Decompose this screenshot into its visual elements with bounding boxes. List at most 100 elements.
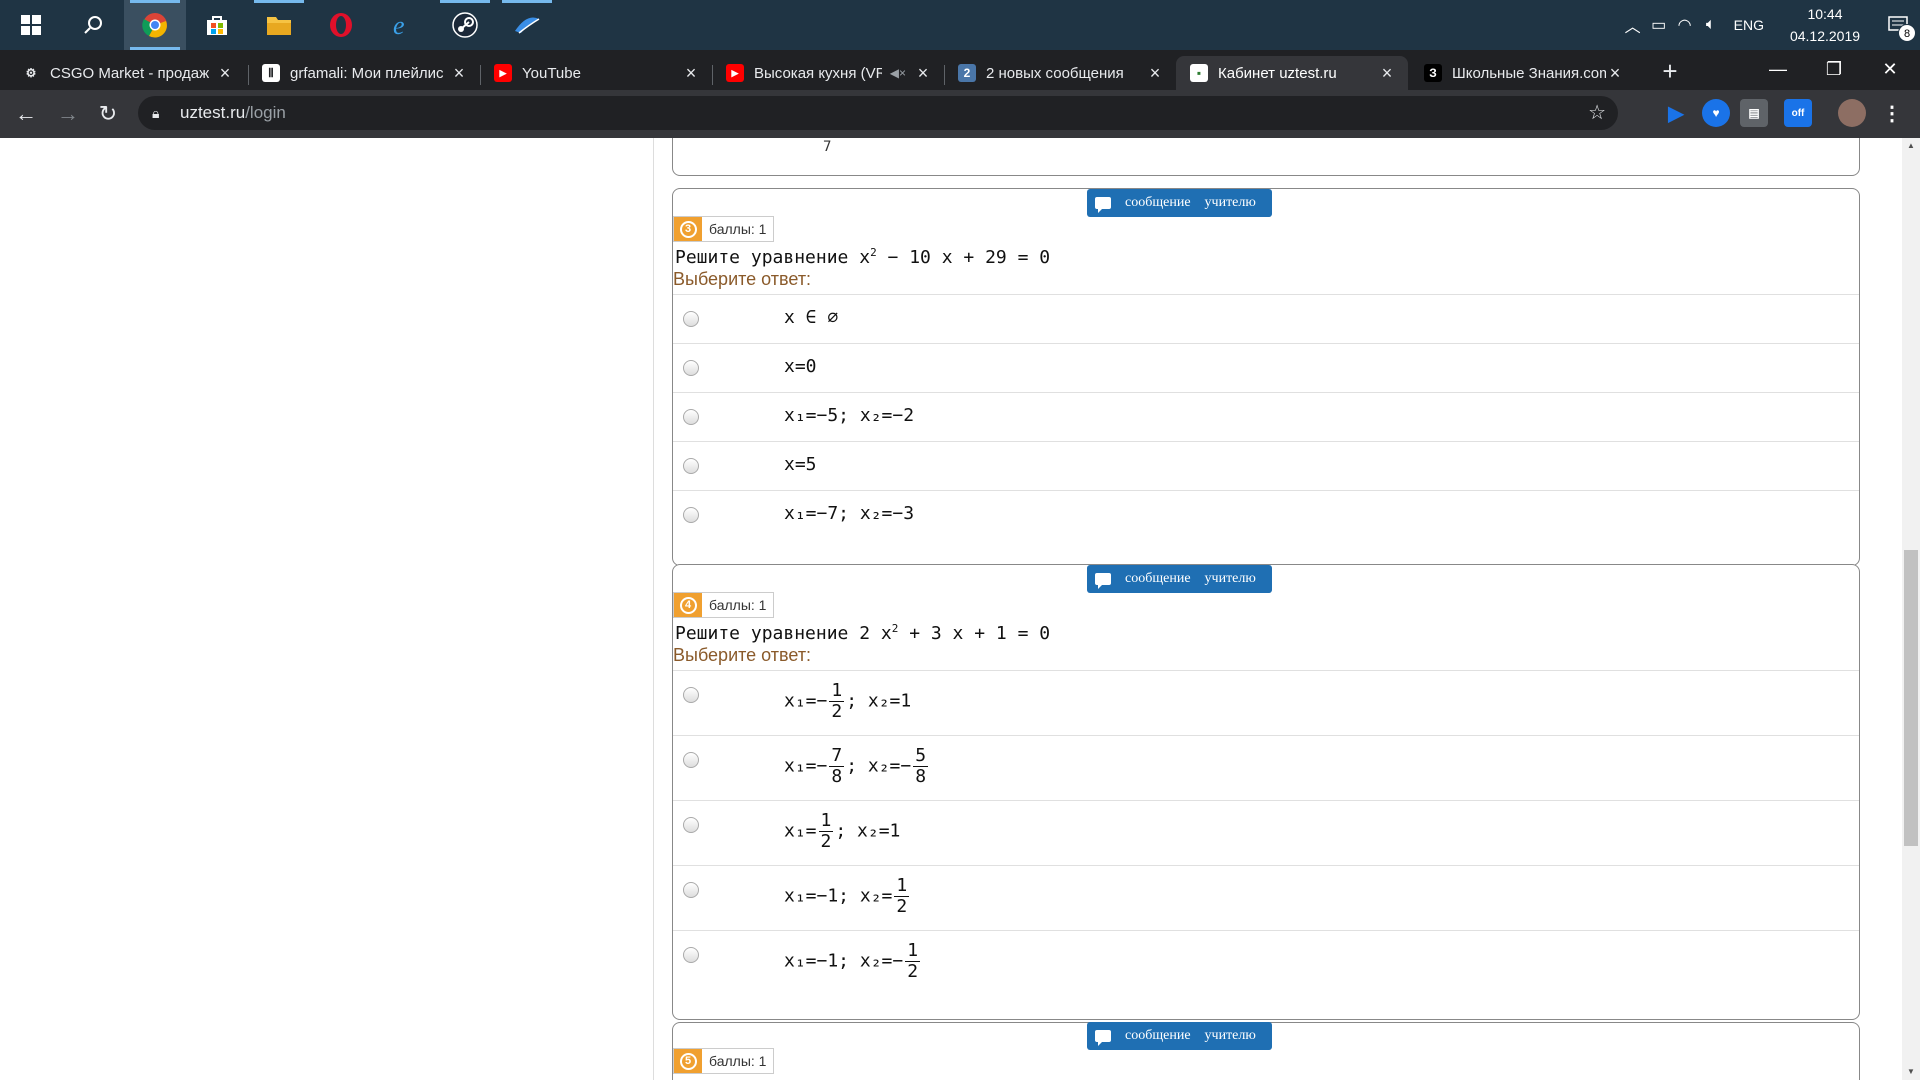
scroll-up-arrow[interactable]: ▲ <box>1902 138 1920 154</box>
close-icon[interactable]: × <box>914 63 932 84</box>
new-tab-button[interactable]: + <box>1656 58 1684 86</box>
message-teacher-button[interactable]: сообщение учителю <box>1087 189 1272 217</box>
answer-option[interactable]: x₁=− 7 8; x₂=− 5 8 <box>673 735 1859 800</box>
scroll-thumb[interactable] <box>1904 550 1918 846</box>
close-icon[interactable]: × <box>1378 63 1396 84</box>
bookmark-star-icon[interactable]: ☆ <box>1588 100 1606 125</box>
numerator: 1 <box>905 940 921 962</box>
tab-new-messages[interactable]: 2 2 новых сообщения × <box>944 56 1176 90</box>
scroll-down-arrow[interactable]: ▼ <box>1902 1064 1920 1080</box>
answer-radio[interactable] <box>683 882 699 898</box>
tab-title: Кабинет uztest.ru <box>1218 64 1337 82</box>
score-badge: 4 баллы: 1 <box>673 592 775 618</box>
extension-icon[interactable]: ▤ <box>1740 99 1768 127</box>
close-icon[interactable]: × <box>1146 63 1164 84</box>
question-number: 4 <box>674 593 702 617</box>
notification-center-icon[interactable]: 8 <box>1876 0 1920 50</box>
close-icon[interactable]: × <box>1606 63 1624 84</box>
battery-icon[interactable]: ▭ <box>1646 0 1672 50</box>
chrome-taskbar-icon[interactable] <box>124 0 186 50</box>
url-text[interactable]: uztest.ru/login <box>180 103 286 123</box>
answer-part: x₁= <box>784 820 817 842</box>
opera-icon[interactable] <box>310 0 372 50</box>
off-extension-icon[interactable]: off <box>1784 99 1812 127</box>
tab-grfamali-playlist[interactable]: Ⅱ grfamali: Мои плейлис × <box>248 56 480 90</box>
play-extension-icon[interactable]: ▶ <box>1662 99 1690 127</box>
steam-icon[interactable] <box>434 0 496 50</box>
shield-extension-icon[interactable]: ♥ <box>1702 99 1730 127</box>
close-icon[interactable]: × <box>682 63 700 84</box>
score-label: баллы: 1 <box>709 1053 767 1069</box>
question-number-text: 3 <box>679 220 697 238</box>
clock[interactable]: 10:44 04.12.2019 <box>1782 3 1868 47</box>
search-icon[interactable] <box>62 0 124 50</box>
tab-youtube[interactable]: ▶ YouTube × <box>480 56 712 90</box>
volume-icon[interactable]: 🔈︎ <box>1698 0 1724 50</box>
answer-option[interactable]: x=0 <box>673 343 1859 392</box>
tab-title: CSGO Market - продаж <box>50 64 210 82</box>
windows-start-button[interactable] <box>0 0 62 50</box>
message-teacher-button[interactable]: сообщение учителю <box>1087 565 1272 593</box>
muted-audio-icon[interactable]: ◀× <box>890 66 906 80</box>
tab-csgo-market[interactable]: ⚙ CSGO Market - продаж × <box>8 56 246 90</box>
tab-shkolnye-znaniya[interactable]: З Школьные Знания.com × <box>1410 56 1636 90</box>
answer-option[interactable]: x₁=−1; x₂=− 1 2 <box>673 930 1859 995</box>
question-text: Решите уравнение 2 x2 + 3 x + 1 = 0 <box>675 622 1050 644</box>
answer-option[interactable]: x₁= 1 2; x₂=1 <box>673 800 1859 865</box>
svg-text:e: e <box>393 12 405 38</box>
teacher-label: учителю <box>1204 195 1256 210</box>
answer-text: x₁=−1; x₂= 1 2 <box>784 876 911 917</box>
chevron-up-icon[interactable]: ︿ <box>1620 0 1646 50</box>
close-window-button[interactable]: ✕ <box>1862 52 1918 86</box>
message-label: сообщение <box>1125 571 1191 586</box>
tab-title: 2 новых сообщения <box>986 64 1124 82</box>
question-text: Решите уравнение x2 − 10 x + 29 = 0 <box>675 246 1050 268</box>
restore-button[interactable]: ❐ <box>1806 52 1862 86</box>
address-bar[interactable]: 🔒︎ uztest.ru/login ☆ <box>138 96 1618 130</box>
close-icon[interactable]: × <box>450 63 468 84</box>
answer-option[interactable]: x₁=−7; x₂=−3 <box>673 490 1859 539</box>
answer-option[interactable]: x₁=− 1 2; x₂=1 <box>673 670 1859 735</box>
tab-title: Высокая кухня (VR <box>754 64 882 82</box>
tab-vysokaya-kukhnya[interactable]: ▶ Высокая кухня (VR ◀× × <box>712 56 944 90</box>
minimize-button[interactable]: — <box>1750 52 1806 86</box>
edge-icon[interactable]: e <box>372 0 434 50</box>
tab-title: Школьные Знания.com <box>1452 64 1606 82</box>
lock-icon[interactable]: 🔒︎ <box>152 105 168 122</box>
answer-text: x₁=−7; x₂=−3 <box>784 503 915 524</box>
znanija-icon: З <box>1424 64 1442 82</box>
tab-uztest-cabinet[interactable]: ▪ Кабинет uztest.ru × <box>1176 56 1408 90</box>
answer-option[interactable]: x=5 <box>673 441 1859 490</box>
answer-radio[interactable] <box>683 947 699 963</box>
language-indicator[interactable]: ENG <box>1734 17 1764 33</box>
forward-button[interactable]: → <box>52 98 84 130</box>
app-taskbar-icon[interactable] <box>496 0 558 50</box>
message-teacher-button[interactable]: сообщение учителю <box>1087 1022 1272 1050</box>
numerator: 7 <box>829 745 845 767</box>
answer-radio[interactable] <box>683 752 699 768</box>
page-scrollbar[interactable]: ▲ ▼ <box>1902 138 1920 1080</box>
answer-text: x=5 <box>784 454 817 475</box>
answer-radio[interactable] <box>683 687 699 703</box>
answer-text: x₁=− 7 8; x₂=− 5 8 <box>784 746 930 787</box>
answer-option[interactable]: x₁=−1; x₂= 1 2 <box>673 865 1859 930</box>
answer-option[interactable]: x ∈ ∅ <box>673 294 1859 343</box>
answer-radio[interactable] <box>683 409 699 425</box>
profile-avatar[interactable] <box>1838 99 1866 127</box>
clock-date: 04.12.2019 <box>1789 28 1861 44</box>
reload-button[interactable]: ↻ <box>92 98 124 130</box>
numerator: 1 <box>894 875 910 897</box>
answer-radio[interactable] <box>683 360 699 376</box>
answer-option[interactable]: x₁=−5; x₂=−2 <box>673 392 1859 441</box>
menu-kebab-icon[interactable]: ⋮ <box>1878 99 1906 127</box>
answer-radio[interactable] <box>683 311 699 327</box>
score-badge: 5 баллы: 1 <box>673 1048 775 1074</box>
answer-radio[interactable] <box>683 817 699 833</box>
answer-radio[interactable] <box>683 507 699 523</box>
wifi-icon[interactable]: ◠ <box>1672 0 1698 50</box>
file-explorer-icon[interactable] <box>248 0 310 50</box>
close-icon[interactable]: × <box>216 63 234 84</box>
back-button[interactable]: ← <box>10 98 42 130</box>
answer-radio[interactable] <box>683 458 699 474</box>
store-icon[interactable] <box>186 0 248 50</box>
